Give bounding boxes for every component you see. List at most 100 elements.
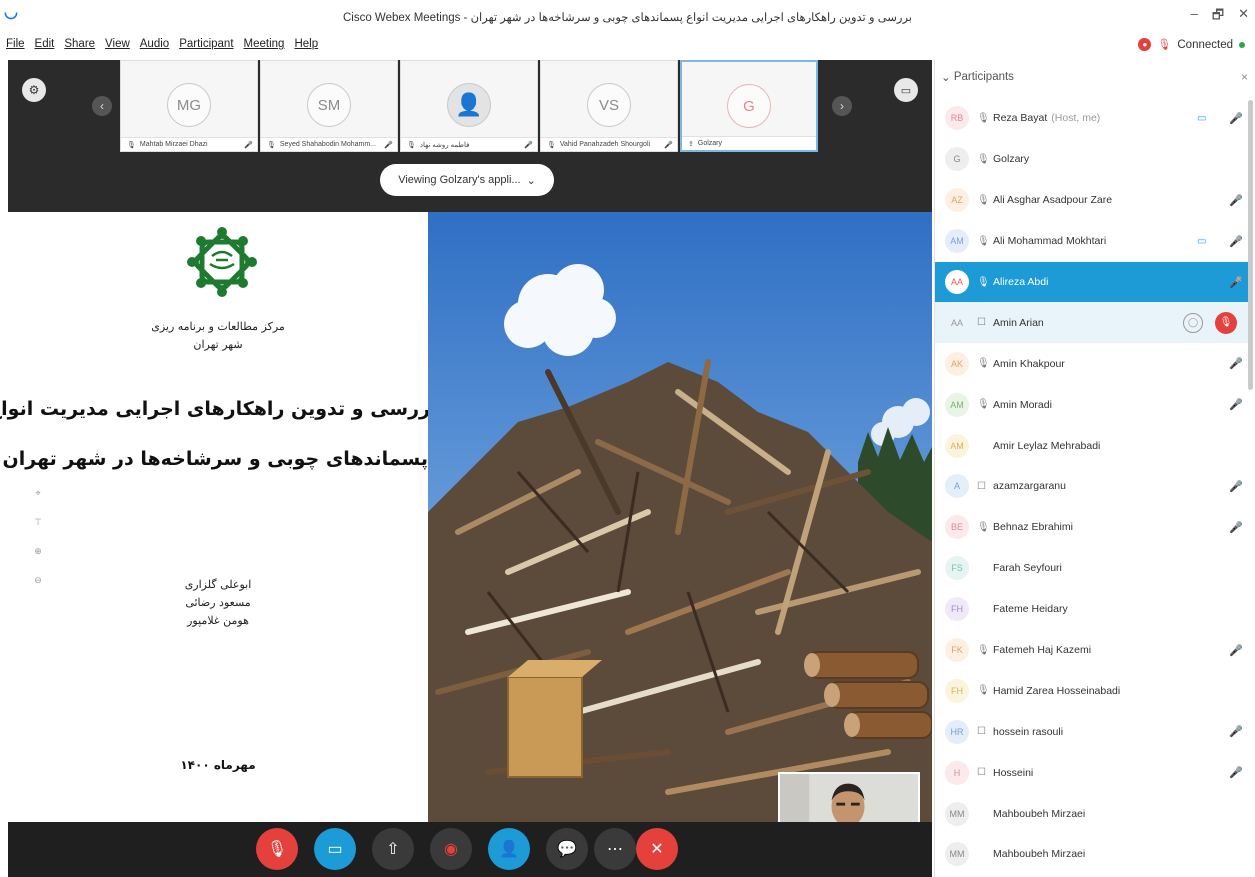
participant-row[interactable]: MM Mahboubeh Mirzaei <box>935 834 1248 875</box>
participant-name-text: Amir Leylaz Mehrabadi <box>993 439 1101 452</box>
meeting-controls: 🎙 ▭ ⇧ ◉ 👤 💬 ⋯ ✕ <box>8 822 932 877</box>
close-panel-button[interactable]: × <box>1241 70 1248 84</box>
mute-button[interactable]: 🎙 <box>256 828 298 870</box>
participant-row[interactable]: BE 🎙 Behnaz Ebrahimi 🎤 <box>935 507 1248 548</box>
mic-muted-icon: 🎙 <box>266 841 288 858</box>
participant-row[interactable]: FK 🎙 Fatemeh Haj Kazemi 🎤 <box>935 630 1248 671</box>
video-tile-active-speaker[interactable]: G ⇪ Golzary <box>680 60 818 152</box>
participant-avatar: FH <box>945 678 969 703</box>
participant-row[interactable]: G 🎙 Golzary <box>935 139 1248 180</box>
window-title: Cisco Webex Meetings - بررسی و تدوین راه… <box>342 12 913 24</box>
menu-file[interactable]: File <box>6 38 25 50</box>
muted-icon: 🎤 <box>244 141 253 149</box>
muted-icon: 🎤 <box>1229 726 1243 739</box>
participant-row[interactable]: AA ☐ Amin Arian ◯ 🎙 <box>935 302 1248 344</box>
participant-avatar: G <box>945 147 969 172</box>
chat-button[interactable]: 💬 <box>546 828 588 870</box>
participant-row[interactable]: AM 🎙 Ali Mohammad Mokhtari ▭ 🎤 <box>935 221 1248 262</box>
participant-name: Mahboubeh Mirzaei <box>993 808 1085 820</box>
close-icon: ✕ <box>650 841 664 858</box>
participant-row[interactable]: AA 🎙 Alireza Abdi 🎤 <box>935 261 1248 303</box>
switch-layout-button[interactable]: ▭ <box>894 78 918 102</box>
participant-name: Fateme Heidary <box>993 603 1068 615</box>
slide-text-panel: مرکز مطالعات و برنامه ریزی شهر تهران برر… <box>0 212 438 822</box>
camera-icon: ▭ <box>327 841 343 858</box>
pin-icon[interactable]: ⊤ <box>34 517 42 528</box>
participant-name: Ali Mohammad Mokhtari <box>993 235 1106 247</box>
mic-icon: 🎙 <box>977 235 990 247</box>
phone-icon: ☐ <box>977 317 986 329</box>
muted-icon: 🎤 <box>1229 480 1243 493</box>
connection-status[interactable]: ● 🎙 Connected <box>1138 38 1245 51</box>
layout-settings-button[interactable]: ⚙ <box>22 78 46 102</box>
muted-icon: 🎤 <box>384 141 393 149</box>
participant-row[interactable]: AK 🎙 Amin Khakpour 🎤 <box>935 343 1248 384</box>
menu-share[interactable]: Share <box>64 38 95 50</box>
participant-name-text: azamzargaranu <box>993 480 1066 493</box>
strip-prev-button[interactable]: ‹ <box>92 96 112 116</box>
video-tile[interactable]: VS 🎙 Vahid Panahzadeh Shourgoli 🎤 <box>540 60 678 152</box>
participant-row[interactable]: FH Fateme Heidary <box>935 589 1248 630</box>
menu-view[interactable]: View <box>105 38 130 50</box>
viewing-dropdown[interactable]: Viewing Golzary's appli... ⌄ <box>380 164 554 196</box>
video-tile[interactable]: 👤 🎙 فاطمه روشه نهاد 🎤 <box>400 60 538 152</box>
notification-badge-icon: ● <box>1138 38 1152 51</box>
menu-edit[interactable]: Edit <box>35 38 55 50</box>
participant-name: Behnaz Ebrahimi <box>993 521 1073 533</box>
menu-audio[interactable]: Audio <box>140 38 169 50</box>
participant-row[interactable]: MM Mahboubeh Mirzaei <box>935 793 1248 834</box>
participant-row[interactable]: AZ 🎙 Ali Asghar Asadpour Zare 🎤 <box>935 180 1248 221</box>
participant-name: hossein rasouli <box>993 726 1063 738</box>
participant-row[interactable]: A ☐ azamzargaranu 🎤 <box>935 466 1248 507</box>
muted-icon: 🎤 <box>1229 194 1243 207</box>
muted-icon: 🎤 <box>1229 276 1243 289</box>
participant-row[interactable]: H ☐ Hosseini 🎤 <box>935 752 1248 793</box>
menu-bar: File Edit Share View Audio Participant M… <box>0 34 1255 56</box>
participants-button[interactable]: 👤 <box>488 828 530 870</box>
participants-panel: ⌄ Participants × RB 🎙 Reza Bayat (Host, me)… <box>934 60 1255 877</box>
slide-date: مهرماه ۱۴۰۰ <box>180 758 256 772</box>
participant-name: Ali Asghar Asadpour Zare <box>993 194 1112 206</box>
share-icon: ⇪ <box>688 140 694 148</box>
video-tile[interactable]: MG 🎙 Mahtab Mirzaei Dhazi 🎤 <box>120 60 258 152</box>
more-button[interactable]: ⋯ <box>594 828 636 870</box>
participant-avatar: AM <box>945 392 969 417</box>
participants-header[interactable]: ⌄ Participants × <box>935 60 1255 94</box>
strip-next-button[interactable]: › <box>832 96 852 116</box>
tile-avatar: VS <box>587 83 631 127</box>
pointer-icon[interactable]: ⌖ <box>35 488 40 499</box>
participant-name-text: Hamid Zarea Hosseinabadi <box>993 684 1121 697</box>
zoom-out-icon[interactable]: ⊖ <box>34 575 42 586</box>
mic-icon: 🎙 <box>977 685 990 697</box>
participant-avatar: HR <box>945 719 969 744</box>
restore-button[interactable]: 🗗 <box>1212 6 1224 28</box>
zoom-in-icon[interactable]: ⊕ <box>34 546 42 557</box>
participant-row[interactable]: FH 🎙 Hamid Zarea Hosseinabadi <box>935 670 1248 711</box>
more-options-button[interactable]: ◯ <box>1183 312 1203 333</box>
video-tile[interactable]: SM 🎙 Seyed Shahabodin Mohamm... 🎤 <box>260 60 398 152</box>
menu-meeting[interactable]: Meeting <box>244 38 285 50</box>
participant-row[interactable]: AM Amir Leylaz Mehrabadi <box>935 425 1248 466</box>
menu-help[interactable]: Help <box>294 38 318 50</box>
participant-list-scrollbar[interactable] <box>1248 100 1253 390</box>
participant-row[interactable]: AM 🎙 Amin Moradi 🎤 <box>935 384 1248 425</box>
chevron-down-icon: ⌄ <box>526 174 536 187</box>
close-button[interactable]: ✕ <box>1238 6 1249 28</box>
participant-row[interactable]: HR ☐ hossein rasouli 🎤 <box>935 711 1248 752</box>
share-button[interactable]: ⇧ <box>372 828 414 870</box>
participant-name-text: Amin Khakpour <box>993 357 1065 370</box>
leave-button[interactable]: ✕ <box>636 828 678 870</box>
org-name-line2: شهر تهران <box>193 338 243 351</box>
participant-avatar: BE <box>945 515 969 540</box>
participant-row[interactable]: FS Farah Seyfouri <box>935 548 1248 589</box>
minimize-button[interactable]: – <box>1191 6 1198 28</box>
mic-icon: 🎙 <box>977 194 990 206</box>
video-button[interactable]: ▭ <box>314 828 356 870</box>
participant-name-text: Ali Mohammad Mokhtari <box>993 235 1107 248</box>
unmute-participant-button[interactable]: 🎙 <box>1215 311 1237 334</box>
participant-name: Mahboubeh Mirzaei <box>993 848 1085 860</box>
record-button[interactable]: ◉ <box>430 828 472 870</box>
participant-row[interactable]: RB 🎙 Reza Bayat (Host, me) ▭ 🎤 <box>935 98 1248 139</box>
menu-participant[interactable]: Participant <box>179 38 233 50</box>
video-strip: ⚙ ‹ MG 🎙 Mahtab Mirzaei Dhazi 🎤 SM 🎙 Seyed … <box>8 60 932 152</box>
